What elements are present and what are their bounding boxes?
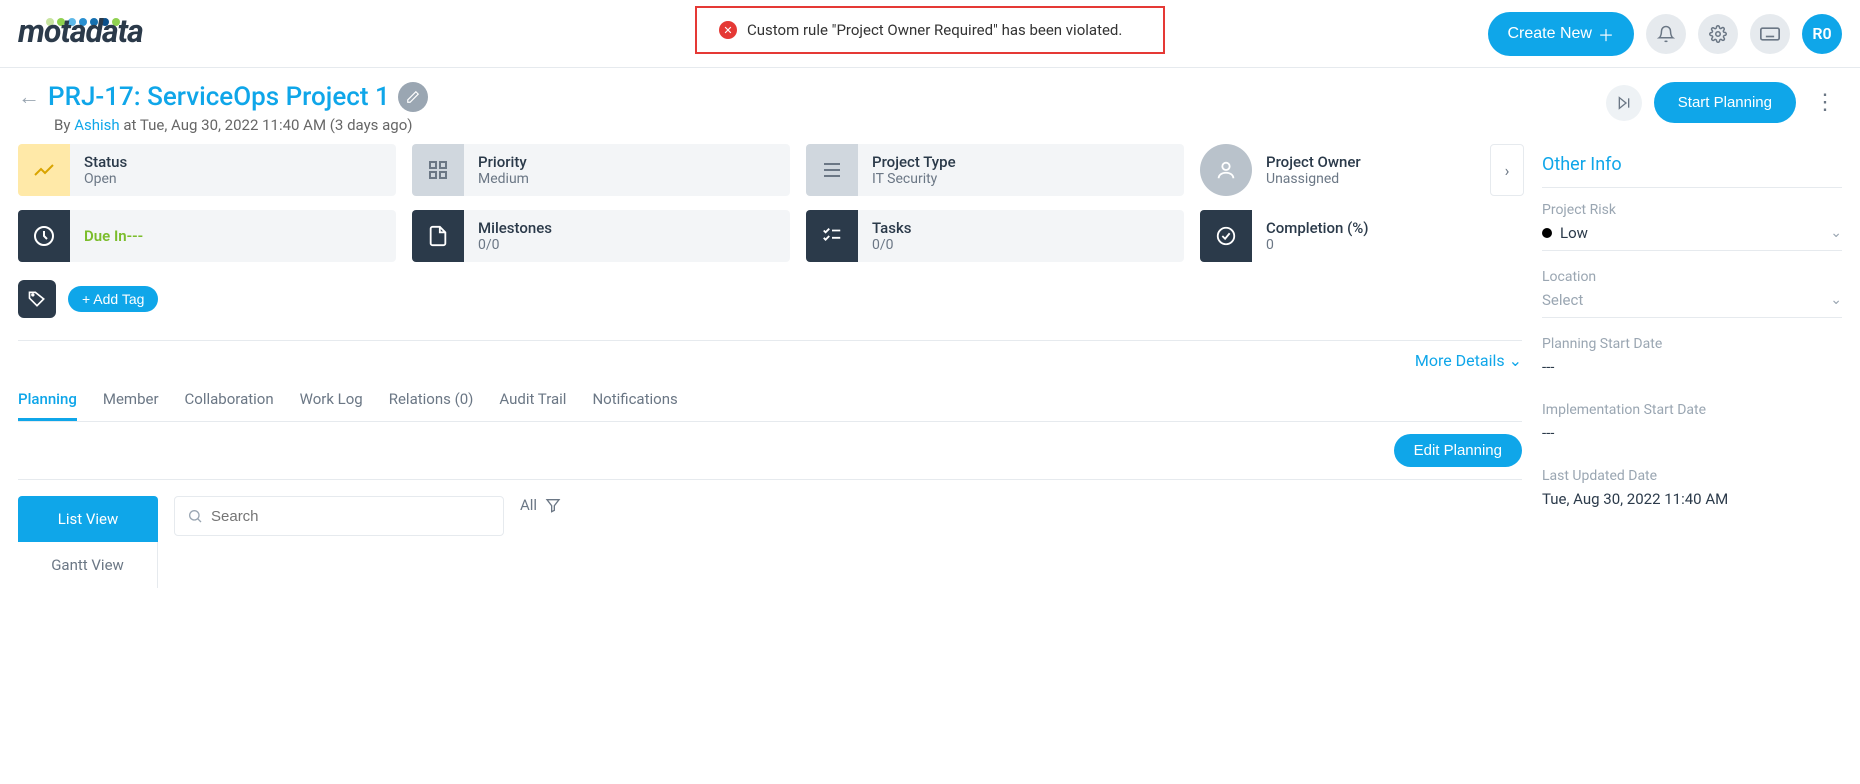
priority-icon: [412, 144, 464, 196]
summary-cards-row1: StatusOpen PriorityMedium Project TypeIT…: [18, 144, 1522, 196]
add-tag-button[interactable]: + Add Tag: [68, 286, 158, 312]
priority-card[interactable]: PriorityMedium: [412, 144, 790, 196]
implementation-start-field: Implementation Start Date ---: [1542, 402, 1842, 450]
error-icon: ✕: [719, 21, 737, 39]
violation-banner: ✕ Custom rule "Project Owner Required" h…: [695, 6, 1165, 54]
project-owner-card[interactable]: Project OwnerUnassigned: [1200, 144, 1500, 196]
violation-text: Custom rule "Project Owner Required" has…: [747, 21, 1122, 39]
project-type-card[interactable]: Project TypeIT Security: [806, 144, 1184, 196]
side-title: Other Info: [1542, 154, 1842, 188]
filter-all[interactable]: All: [520, 496, 561, 514]
chevron-down-icon: ⌄: [1830, 225, 1842, 241]
tab-planning[interactable]: Planning: [18, 380, 77, 421]
milestones-icon: [412, 210, 464, 262]
tag-icon: [18, 280, 56, 318]
view-tabs: List View Gantt View: [18, 496, 158, 588]
skip-icon[interactable]: [1606, 85, 1642, 121]
gantt-view-tab[interactable]: Gantt View: [18, 542, 158, 588]
last-updated-field: Last Updated Date Tue, Aug 30, 2022 11:4…: [1542, 468, 1842, 516]
milestones-card: Milestones0/0: [412, 210, 790, 262]
tasks-card: Tasks0/0: [806, 210, 1184, 262]
tag-row: + Add Tag: [18, 280, 1522, 318]
location-field[interactable]: Location Select⌄: [1542, 269, 1842, 318]
user-avatar[interactable]: R0: [1802, 14, 1842, 54]
tab-notifications[interactable]: Notifications: [592, 380, 677, 421]
header-actions: Create New ＋ R0: [1488, 12, 1843, 56]
byline: By Ashish at Tue, Aug 30, 2022 11:40 AM …: [18, 116, 428, 134]
bell-icon[interactable]: [1646, 14, 1686, 54]
scroll-right-button[interactable]: ›: [1490, 144, 1524, 196]
tab-audit-trail[interactable]: Audit Trail: [499, 380, 566, 421]
create-new-label: Create New: [1508, 25, 1592, 43]
author-link[interactable]: Ashish: [74, 116, 119, 134]
plus-icon: ＋: [1598, 22, 1614, 46]
owner-icon: [1200, 144, 1252, 196]
completion-card: Completion (%)0: [1200, 210, 1500, 262]
tab-member[interactable]: Member: [103, 380, 159, 421]
list-view-tab[interactable]: List View: [18, 496, 158, 542]
logo: motadata: [18, 18, 143, 50]
detail-tabs: Planning Member Collaboration Work Log R…: [18, 380, 1522, 422]
summary-cards-row2: Due In--- Milestones0/0 Tasks0/0 Complet…: [18, 210, 1522, 262]
start-planning-button[interactable]: Start Planning: [1654, 82, 1796, 123]
planning-toolbar: List View Gantt View All: [18, 480, 1522, 604]
project-risk-field[interactable]: Project Risk Low⌄: [1542, 202, 1842, 251]
gear-icon[interactable]: [1698, 14, 1738, 54]
tab-work-log[interactable]: Work Log: [300, 380, 363, 421]
due-in-card: Due In---: [18, 210, 396, 262]
tab-relations[interactable]: Relations (0): [389, 380, 474, 421]
search-icon: [187, 508, 203, 524]
back-arrow-icon[interactable]: ←: [18, 84, 40, 110]
more-details-toggle[interactable]: More Details ⌄: [18, 351, 1522, 380]
status-card[interactable]: StatusOpen: [18, 144, 396, 196]
search-box[interactable]: [174, 496, 504, 536]
logo-text: motadata: [18, 12, 143, 50]
search-input[interactable]: [211, 508, 491, 525]
edit-planning-button[interactable]: Edit Planning: [1394, 434, 1522, 467]
page-title: PRJ-17: ServiceOps Project 1: [48, 82, 390, 112]
side-panel: Other Info Project Risk Low⌄ Location Se…: [1542, 144, 1842, 604]
filter-icon: [545, 497, 561, 513]
title-row: ← PRJ-17: ServiceOps Project 1 By Ashish…: [0, 68, 1860, 144]
create-new-button[interactable]: Create New ＋: [1488, 12, 1635, 56]
completion-icon: [1200, 210, 1252, 262]
kebab-menu-icon[interactable]: ⋮: [1808, 90, 1842, 115]
chevron-down-icon: ⌄: [1830, 292, 1842, 308]
planning-start-field: Planning Start Date ---: [1542, 336, 1842, 384]
topbar: motadata ✕ Custom rule "Project Owner Re…: [0, 0, 1860, 68]
type-icon: [806, 144, 858, 196]
tasks-icon: [806, 210, 858, 262]
clock-icon: [18, 210, 70, 262]
keyboard-icon[interactable]: [1750, 14, 1790, 54]
status-icon: [18, 144, 70, 196]
tab-collaboration[interactable]: Collaboration: [185, 380, 274, 421]
edit-title-button[interactable]: [398, 82, 428, 112]
